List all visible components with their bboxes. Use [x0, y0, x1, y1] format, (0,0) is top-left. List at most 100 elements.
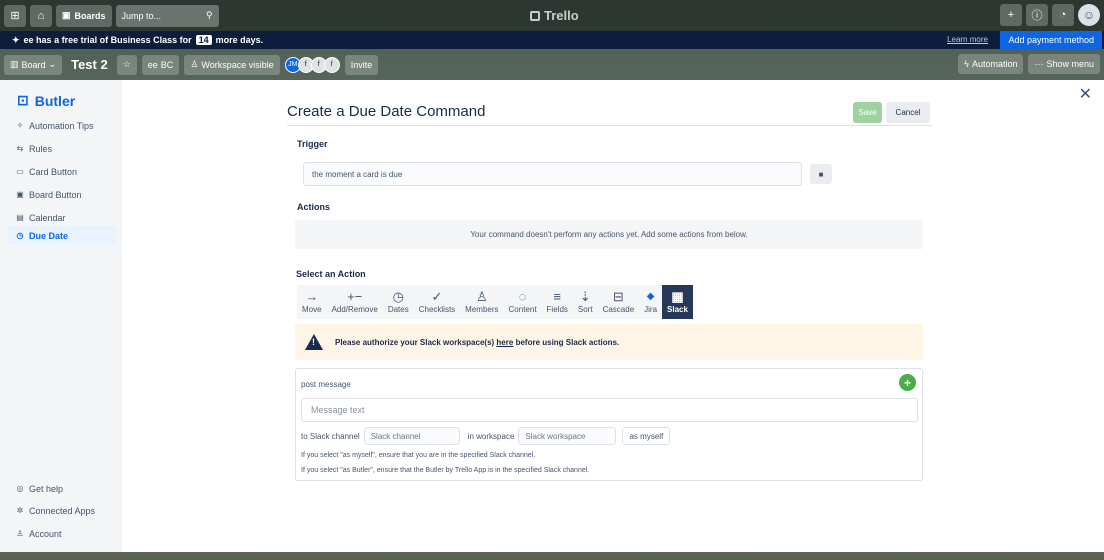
sidebar-item-calendar[interactable]: ▤ Calendar — [8, 208, 116, 227]
tab-checklists[interactable]: ✓ Checklists — [413, 285, 461, 319]
star-icon: ☆ — [122, 59, 131, 69]
create-button[interactable]: + — [1000, 4, 1022, 26]
invite-label: Invite — [350, 59, 373, 70]
title-divider — [287, 125, 932, 126]
warning-text-before: Please authorize your Slack workspace(s) — [335, 337, 495, 347]
delete-trigger-button[interactable]: ■ — [810, 164, 832, 184]
sidebar-item-account[interactable]: ♙ Account — [8, 524, 116, 543]
close-icon[interactable]: ✕ — [1079, 84, 1092, 104]
tab-dates[interactable]: ◷ Dates — [382, 285, 414, 319]
sidebar-item-label: Rules — [29, 143, 53, 154]
cancel-button[interactable]: Cancel — [886, 102, 930, 123]
board-members: JM f f f — [284, 56, 340, 73]
board-title[interactable]: Test 2 — [67, 57, 112, 72]
slack-workspace-input[interactable]: Slack workspace — [518, 427, 617, 445]
trash-icon: ■ — [818, 169, 824, 179]
boards-label: Boards — [74, 10, 106, 21]
tab-label: Slack — [667, 305, 688, 314]
sort-icon: ⇣ — [579, 289, 591, 304]
member-avatar[interactable]: f — [323, 56, 340, 73]
tab-label: Add/Remove — [331, 305, 378, 314]
actions-label: Actions — [297, 202, 331, 212]
channel-placeholder: Slack channel — [370, 431, 421, 441]
message-text-input[interactable]: Message text — [301, 398, 918, 422]
help-icon: ◎ — [16, 484, 24, 493]
learn-more-link[interactable]: Learn more — [947, 35, 988, 44]
invite-button[interactable]: Invite — [344, 54, 379, 75]
account-icon: ♙ — [16, 529, 24, 538]
speech-bubble-icon: ◌ — [518, 289, 527, 304]
search-icon: ⚲ — [205, 10, 213, 20]
chevron-down-icon: ⌄ — [48, 59, 57, 69]
send-as-value: as myself — [629, 431, 664, 441]
home-button[interactable]: ⌂ — [30, 4, 52, 27]
trial-banner: ✦ ee has a free trial of Business Class … — [0, 31, 1104, 49]
sparkle-icon: ✧ — [16, 121, 24, 130]
people-icon: ♙ — [190, 59, 199, 69]
notifications-button[interactable]: ◔ — [1052, 4, 1074, 26]
sidebar-item-due-date[interactable]: ◷ Due Date — [8, 226, 116, 245]
channel-row: to Slack channel Slack channel in worksp… — [301, 427, 671, 445]
actions-empty-state: Your command doesn't perform any actions… — [295, 220, 923, 249]
gear-icon: ✲ — [16, 506, 24, 515]
tab-content[interactable]: ◌ Content — [503, 285, 542, 319]
tab-fields[interactable]: ≡ Fields — [541, 285, 573, 319]
send-as-select[interactable]: as myself — [622, 427, 671, 445]
search-placeholder: Jump to... — [121, 10, 162, 21]
trial-days: 14 — [195, 35, 212, 45]
automation-button[interactable]: ϟ Automation — [958, 54, 1024, 74]
sidebar-item-connected-apps[interactable]: ✲ Connected Apps — [8, 501, 116, 520]
trello-icon — [530, 10, 540, 21]
board-view-switcher[interactable]: ▥ Board ⌄ — [4, 54, 63, 75]
plus-icon: + — [1007, 9, 1015, 21]
visibility-button[interactable]: ♙ Workspace visible — [184, 54, 280, 75]
sidebar-item-label: Card Button — [29, 166, 78, 177]
trello-logo[interactable]: Trello — [530, 8, 579, 23]
hint-as-myself: If you select "as myself", ensure that y… — [301, 452, 536, 459]
person-icon: ♙ — [476, 289, 488, 304]
warning-text-after: before using Slack actions. — [515, 337, 620, 347]
clock-icon: ◷ — [16, 231, 24, 240]
trigger-field[interactable]: the moment a card is due — [303, 162, 802, 186]
tab-cascade[interactable]: ⊟ Cascade — [597, 285, 640, 319]
show-menu-button[interactable]: ··· Show menu — [1028, 54, 1100, 74]
cascade-icon: ⊟ — [612, 289, 624, 304]
add-payment-button[interactable]: Add payment method — [1000, 31, 1102, 49]
search-input[interactable]: Jump to... ⚲ — [115, 4, 219, 27]
top-right-controls: + ⓘ ◔ ☺ — [1000, 4, 1100, 26]
trial-text-after: more days. — [215, 35, 264, 45]
ellipsis-icon: ··· — [1034, 59, 1044, 69]
workspace-button[interactable]: ee BC — [141, 54, 180, 75]
add-action-button[interactable]: + — [899, 374, 916, 391]
save-button[interactable]: Save — [853, 102, 882, 123]
slack-channel-input[interactable]: Slack channel — [363, 427, 460, 445]
tab-move[interactable]: → Move — [297, 285, 327, 319]
to-channel-label: to Slack channel — [301, 431, 360, 441]
app-name: Trello — [544, 8, 579, 23]
sidebar-item-get-help[interactable]: ◎ Get help — [8, 479, 116, 498]
jira-icon: ◆ — [646, 291, 655, 302]
app-switcher-button[interactable]: ⊞ — [4, 4, 26, 27]
star-button[interactable]: ☆ — [116, 54, 137, 75]
sidebar-item-automation-tips[interactable]: ✧ Automation Tips — [8, 116, 116, 135]
sidebar-item-label: Due Date — [29, 230, 69, 241]
tab-members[interactable]: ♙ Members — [460, 285, 504, 319]
boards-button[interactable]: ▣ Boards — [56, 4, 112, 27]
board-header: ▥ Board ⌄ Test 2 ☆ ee BC ♙ Workspace vis… — [0, 49, 1104, 80]
sidebar-item-label: Automation Tips — [29, 120, 94, 131]
sidebar-item-label: Account — [29, 528, 62, 539]
sidebar-item-board-button[interactable]: ▣ Board Button — [8, 185, 116, 204]
tab-label: Members — [465, 305, 499, 314]
tab-sort[interactable]: ⇣ Sort — [572, 285, 598, 319]
authorize-link[interactable]: here — [496, 338, 513, 347]
board-view-icon: ▥ — [10, 59, 19, 69]
butler-sidebar: ⊡ Butler ✧ Automation Tips ⇆ Rules ▭ Car… — [0, 80, 122, 552]
sidebar-item-card-button[interactable]: ▭ Card Button — [8, 162, 116, 181]
tab-slack[interactable]: ▦ Slack — [662, 285, 693, 319]
info-button[interactable]: ⓘ — [1026, 4, 1048, 26]
tab-add-remove[interactable]: +− Add/Remove — [326, 285, 383, 319]
card-icon: ▭ — [16, 167, 24, 176]
user-avatar[interactable]: ☺ — [1078, 4, 1100, 26]
sidebar-item-rules[interactable]: ⇆ Rules — [8, 139, 116, 158]
tab-jira[interactable]: ◆ Jira — [639, 285, 663, 319]
